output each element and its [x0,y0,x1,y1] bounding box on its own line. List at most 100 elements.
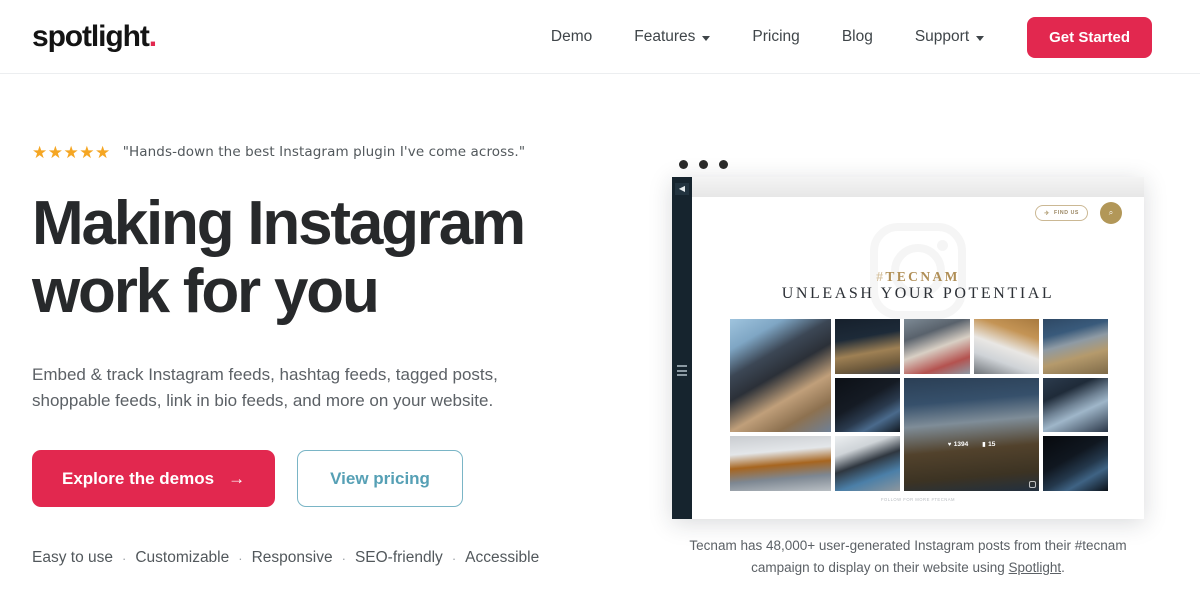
heart-icon: ♥ [947,441,952,448]
nav-item-pricing[interactable]: Pricing [731,28,820,46]
headline-line-2: work for you [32,257,380,326]
nav-label-demo: Demo [550,28,593,45]
comment-icon: ▮ [982,442,986,449]
rating-quote: "Hands-down the best Instagram plugin I'… [122,144,526,160]
hashtag-title: #TECNAM [692,269,1144,285]
feed-tile-image [730,436,832,491]
collapse-arrow-icon[interactable]: ◀ [675,183,689,195]
nav-label-support: Support [914,28,970,45]
view-pricing-button[interactable]: View pricing [297,450,463,507]
feed-tile-seaplane-over-island[interactable]: ♥ 1394 ▮ 15 [904,377,1039,491]
feed-tile-parked-light-aircraft[interactable] [730,436,832,491]
feed-tile-cockpit-avionics[interactable] [1042,377,1108,433]
feed-tile-image [904,319,970,374]
nav-item-features[interactable]: Features [613,28,731,46]
feed-tile-image [730,319,832,433]
feed-tile-image [1042,377,1108,433]
browser-mockup: ◀ ✈ FIND US ⌕ #TECNAM UNLEASH YOUR POTEN… [672,160,1144,579]
spotlight-link[interactable]: Spotlight [1009,560,1062,575]
explore-demos-button[interactable]: Explore the demos → [32,450,276,507]
feed-tile-coastline-aerial[interactable] [835,319,901,374]
like-count-value: 1394 [953,441,969,449]
browser-topbar [672,177,1144,197]
feature-separator: · [451,550,457,566]
site-side-rail: ◀ [672,177,692,519]
star-rating-icon: ★★★★★ [32,142,111,162]
feed-tile-image [904,377,1039,491]
instagram-feed-grid: ♥ 1394 ▮ 15 [730,319,1108,491]
browser-frame: ◀ ✈ FIND US ⌕ #TECNAM UNLEASH YOUR POTEN… [672,177,1144,519]
feed-tile-two-pilots-cabin[interactable] [835,436,901,491]
nav-label-pricing: Pricing [752,28,800,45]
window-controls [672,160,1144,169]
brand-name: spotlight [32,20,150,53]
nav-label-blog: Blog [841,28,873,45]
get-started-button[interactable]: Get Started [1027,16,1152,58]
subhead-line-1: Embed & track Instagram feeds, hashtag f… [32,365,498,384]
feed-tile-image [1042,436,1108,491]
feed-tile-image [1042,319,1108,374]
comment-count-value: 15 [988,441,996,449]
feature-item-2: Responsive [251,549,333,566]
feed-tile-hangar-aircraft[interactable] [973,319,1039,374]
hero-content: ★★★★★ "Hands-down the best Instagram plu… [32,140,592,567]
find-us-button[interactable]: ✈ FIND US [1035,205,1088,221]
hero-subheading: Embed & track Instagram feeds, hashtag f… [32,362,532,414]
feature-item-4: Accessible [465,549,540,566]
feed-tile-pilot-sunglasses[interactable] [904,319,970,374]
landing-page: spotlight. Demo Features Pricing Blog Su… [0,0,1200,610]
site-slogan: UNLEASH YOUR POTENTIAL [781,285,1055,302]
embedded-site: ✈ FIND US ⌕ #TECNAM UNLEASH YOUR POTENTI… [692,197,1144,519]
site-header: spotlight. Demo Features Pricing Blog Su… [0,0,1200,74]
hamburger-menu-icon[interactable] [677,365,687,376]
feature-item-0: Easy to use [32,549,113,566]
hash-mark: # [876,269,886,284]
feed-tile-image [973,319,1039,374]
caption-line-2-post: . [1061,560,1065,575]
hero-button-row: Explore the demos → View pricing [32,450,592,507]
mockup-caption: Tecnam has 48,000+ user-generated Instag… [672,535,1144,579]
view-pricing-label: View pricing [330,468,430,488]
headline-line-1: Making Instagram [32,189,526,258]
post-engagement-overlay: ♥ 1394 ▮ 15 [948,441,996,448]
feature-item-3: SEO-friendly [354,549,443,566]
explore-demos-label: Explore the demos [62,468,215,488]
search-icon: ⌕ [1108,208,1114,217]
feature-separator: · [238,550,243,566]
rating-row: ★★★★★ "Hands-down the best Instagram plu… [32,140,592,164]
feed-tile-image [835,319,901,374]
feature-highlights: Easy to use · Customizable · Responsive … [32,549,592,567]
feed-tile-night-flight-interior[interactable] [1042,436,1108,491]
nav-item-support[interactable]: Support [894,28,1005,46]
feature-item-1: Customizable [135,549,230,566]
brand-logo[interactable]: spotlight. [32,18,157,56]
find-us-label: FIND US [1054,210,1079,216]
feed-tile-pilot-cockpit-selfie[interactable] [730,319,832,433]
feed-footer-caption: FOLLOW FOR MORE #TECNAM [880,497,956,502]
window-dot-icon [719,160,728,169]
subhead-line-2: shoppable feeds, link in bio feeds, and … [32,391,494,410]
nav-label-features: Features [634,28,696,45]
window-dot-icon [699,160,708,169]
feed-tile-night-cockpit-panel[interactable] [835,377,901,433]
chevron-down-icon [702,35,711,41]
chevron-down-icon [976,35,985,41]
main-navigation: Demo Features Pricing Blog Support Get S… [530,0,1152,74]
brand-dot: . [148,20,157,53]
comment-count: ▮ 15 [982,441,995,448]
search-button[interactable]: ⌕ [1100,202,1122,224]
nav-item-blog[interactable]: Blog [821,28,894,46]
caption-line-1: Tecnam has 48,000+ user-generated Instag… [689,538,1072,553]
page-title: Making Instagram work for you [32,190,592,326]
arrow-right-icon: → [228,469,246,488]
feed-tile-image [835,436,901,491]
feed-tile-image [835,377,901,433]
like-count: ♥ 1394 [948,441,969,448]
instagram-badge-icon [1028,481,1036,488]
hashtag-label: TECNAM [885,269,960,284]
plane-icon: ✈ [1044,210,1051,217]
feature-separator: · [341,550,346,566]
feature-separator: · [122,550,127,566]
nav-item-demo[interactable]: Demo [530,28,613,46]
feed-tile-seaplane-over-coast-a[interactable] [1042,319,1108,374]
